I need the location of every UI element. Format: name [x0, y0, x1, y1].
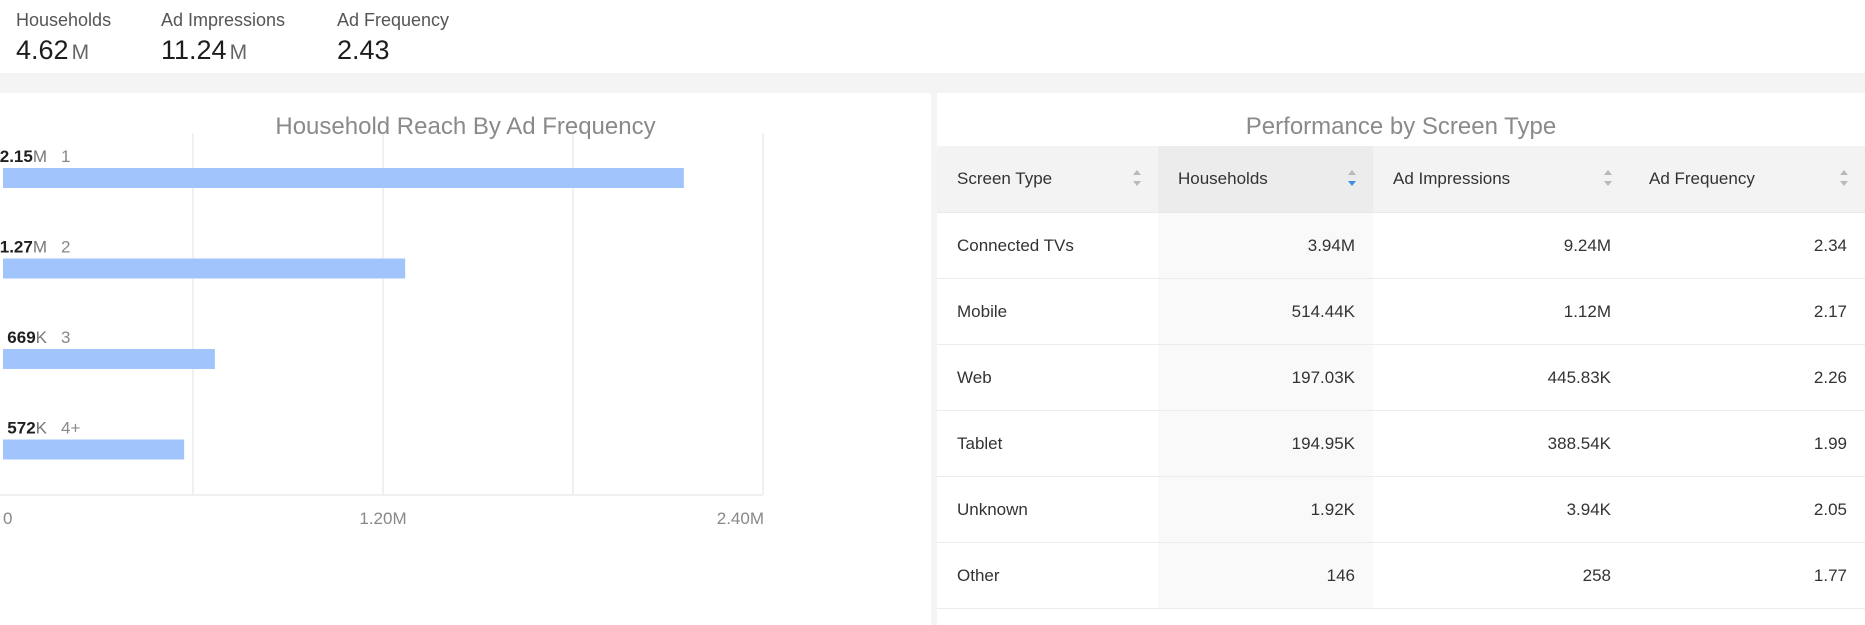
screen-type-table: Screen Type Households Ad Impressions Ad… [937, 146, 1865, 609]
cell-screen-type: Unknown [957, 499, 1028, 519]
bar-value-label: 1.27M [0, 238, 47, 257]
table-row: Other 146 258 1.77 [937, 543, 1865, 609]
table-header-row: Screen Type Households Ad Impressions Ad… [937, 146, 1865, 213]
cell-households: 1.92K [1158, 477, 1373, 542]
bar-value-number: 669 [7, 328, 35, 347]
bar-value-label: 2.15M [0, 147, 47, 166]
column-header-label: Households [1178, 169, 1268, 188]
household-reach-chart: 2.15M 11.27M 2669K 3572K 4+0 1.20M 2.40M [0, 133, 764, 528]
bar [3, 439, 185, 460]
table-row: Connected TVs 3.94M 9.24M 2.34 [937, 213, 1865, 279]
column-header-screen-type[interactable]: Screen Type [937, 146, 1158, 212]
kpi-label: Households [16, 10, 112, 30]
cell-ad-impressions: 388.54K [1547, 433, 1611, 453]
bar-category-label: 2 [61, 238, 70, 257]
x-tick-label: 0 [3, 509, 12, 528]
column-header-ad-impressions[interactable]: Ad Impressions [1373, 146, 1629, 212]
column-header-ad-frequency[interactable]: Ad Frequency [1629, 146, 1865, 212]
cell-ad-impressions: 1.12M [1563, 301, 1611, 321]
kpi-unit: M [229, 41, 248, 64]
table-row: Unknown 1.92K 3.94K 2.05 [937, 477, 1865, 543]
bar-value-label: 572K [7, 419, 47, 438]
cell-households: 197.03K [1158, 345, 1373, 410]
bar-value-number: 2.15 [0, 147, 33, 166]
cell-ad-impressions: 9.24M [1563, 235, 1611, 255]
bar [3, 349, 215, 369]
bar-value-unit: M [33, 147, 47, 166]
bar-category-label: 4+ [61, 419, 80, 438]
cell-ad-frequency: 2.17 [1813, 301, 1847, 321]
kpi-label: Ad Frequency [337, 10, 450, 30]
x-tick-label: 1.20M [359, 509, 406, 528]
cell-households: 514.44K [1158, 279, 1373, 344]
bar-category-label: 3 [61, 328, 70, 347]
cell-households: 194.95K [1158, 411, 1373, 476]
bar-value-label: 669K [7, 328, 47, 347]
cell-screen-type: Mobile [957, 301, 1008, 321]
kpi-header: Households 4.62 M Ad Impressions 11.24 M A… [0, 0, 1865, 73]
cell-screen-type: Other [957, 565, 1000, 585]
performance-panel: Performance by Screen Type Screen Type H… [937, 93, 1865, 625]
column-header-label: Ad Impressions [1393, 169, 1511, 188]
cell-ad-frequency: 1.77 [1813, 565, 1847, 585]
cell-households: 3.94M [1158, 213, 1373, 278]
bar-value-unit: M [33, 238, 47, 257]
kpi-ad-impressions: Ad Impressions 11.24 M [161, 10, 285, 66]
cell-ad-frequency: 2.26 [1813, 367, 1847, 387]
x-tick-label: 2.40M [717, 509, 764, 528]
bar [3, 168, 684, 188]
table-row: Tablet 194.95K 388.54K 1.99 [937, 411, 1865, 477]
kpi-value: 2.43 [337, 35, 449, 66]
bar-value-unit: K [36, 419, 48, 438]
cell-ad-frequency: 2.05 [1813, 499, 1847, 519]
bar-category-label: 1 [61, 147, 70, 166]
cell-ad-frequency: 1.99 [1813, 433, 1847, 453]
column-header-label: Ad Frequency [1649, 169, 1755, 188]
chart-title: Household Reach By Ad Frequency [275, 113, 656, 140]
column-header-label: Screen Type [957, 169, 1053, 188]
kpi-unit: M [71, 41, 90, 64]
table-row: Web 197.03K 445.83K 2.26 [937, 345, 1865, 411]
bar [3, 258, 406, 279]
sort-descending-icon[interactable] [1347, 169, 1357, 187]
sort-icon[interactable] [1603, 169, 1613, 187]
kpi-households: Households 4.62 M [16, 10, 111, 66]
household-reach-panel: 2.15M 1 1.27M 2 669K 3 572K 4+ 0 1.20M 2.40M House… [0, 93, 931, 625]
table-row: Mobile 514.44K 1.12M 2.17 [937, 279, 1865, 345]
kpi-label: Ad Impressions [161, 10, 286, 30]
kpi-value: 11.24 M [161, 35, 285, 66]
bar-value-unit: K [36, 328, 48, 347]
kpi-number: 4.62 [16, 35, 69, 65]
cell-ad-impressions: 445.83K [1547, 367, 1611, 387]
cell-screen-type: Tablet [957, 433, 1003, 453]
kpi-value: 4.62 M [16, 35, 111, 66]
cell-households: 146 [1158, 543, 1373, 608]
sort-icon[interactable] [1839, 169, 1849, 187]
table-title: Performance by Screen Type [1245, 113, 1557, 140]
cell-ad-impressions: 3.94K [1566, 499, 1611, 519]
kpi-number: 11.24 [161, 35, 227, 65]
bar-value-number: 572 [7, 419, 35, 438]
cell-screen-type: Web [957, 367, 992, 387]
cell-screen-type: Connected TVs [957, 235, 1074, 255]
sort-icon[interactable] [1132, 169, 1142, 187]
column-header-households[interactable]: Households [1158, 146, 1373, 212]
cell-ad-impressions: 258 [1582, 565, 1611, 585]
cell-ad-frequency: 2.34 [1813, 235, 1847, 255]
kpi-ad-frequency: Ad Frequency 2.43 [337, 10, 449, 66]
bar-value-number: 1.27 [0, 238, 33, 257]
kpi-number: 2.43 [337, 35, 390, 65]
